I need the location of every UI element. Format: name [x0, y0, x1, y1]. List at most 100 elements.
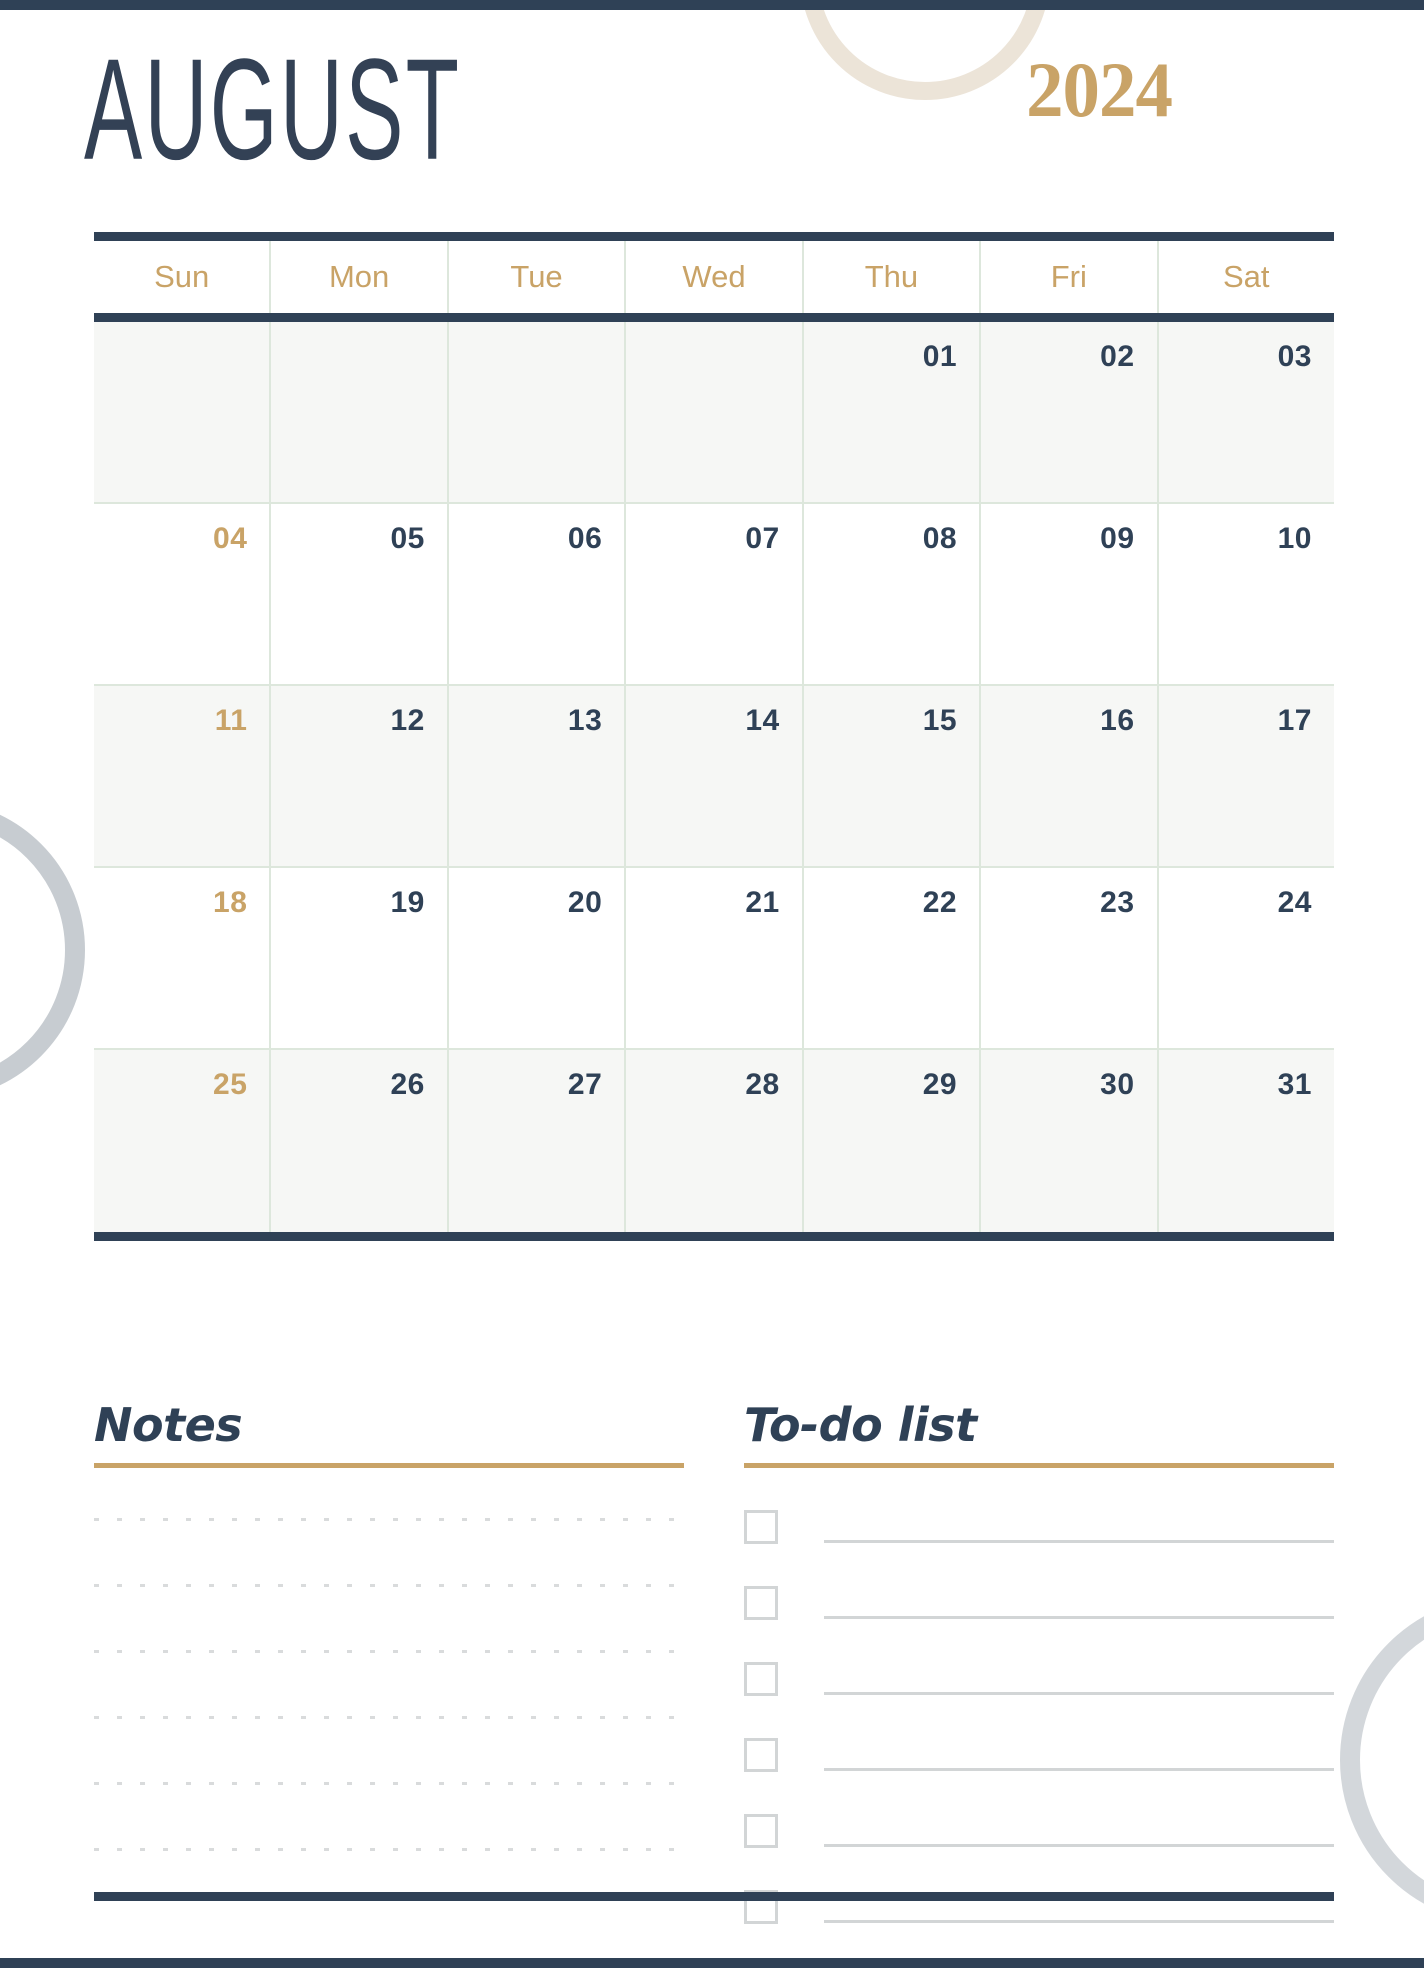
calendar-day-cell[interactable]: 10: [1159, 504, 1334, 684]
day-number: 31: [1277, 1068, 1312, 1101]
weekday-wed: Wed: [626, 241, 804, 313]
notes-dotted-line[interactable]: [94, 1517, 684, 1521]
day-number: 19: [390, 886, 425, 919]
todo-checkbox[interactable]: [744, 1509, 778, 1544]
todo-write-line[interactable]: [824, 1539, 1334, 1543]
todo-write-line[interactable]: [824, 1615, 1334, 1619]
calendar-day-cell[interactable]: 22: [804, 868, 982, 1048]
calendar-day-cell-empty: [626, 322, 804, 502]
day-number: 02: [1100, 340, 1135, 373]
calendar-day-cell[interactable]: 16: [981, 686, 1159, 866]
calendar-day-cell[interactable]: 04: [94, 504, 272, 684]
calendar-header-divider: [94, 313, 1334, 322]
calendar-day-cell[interactable]: 07: [626, 504, 804, 684]
day-number: 08: [922, 522, 958, 555]
todo-checkbox[interactable]: [744, 1813, 778, 1848]
calendar-day-cell[interactable]: 28: [626, 1050, 804, 1232]
day-number: 12: [390, 704, 425, 737]
calendar-day-cell[interactable]: 01: [804, 322, 982, 502]
notes-writing-area[interactable]: [94, 1517, 684, 1851]
todo-checkbox[interactable]: [744, 1661, 778, 1696]
page-bottom-rule: [94, 1892, 1334, 1901]
calendar-bottom-rule: [94, 1232, 1334, 1241]
calendar-page: AUGUST 2024 Sun Mon Tue Wed Thu Fri Sat …: [0, 0, 1424, 1968]
todo-checkbox[interactable]: [744, 1737, 778, 1772]
calendar-day-cell[interactable]: 13: [449, 686, 627, 866]
calendar-week-row: 18 19 20 21 22 23 24: [94, 868, 1334, 1050]
notes-dotted-line[interactable]: [94, 1781, 684, 1785]
day-number: 27: [567, 1068, 603, 1101]
calendar-day-cell[interactable]: 19: [271, 868, 449, 1048]
calendar-day-cell-empty: [271, 322, 449, 502]
weekday-sat: Sat: [1222, 259, 1270, 294]
calendar-day-cell[interactable]: 21: [626, 868, 804, 1048]
day-number: 01: [922, 340, 958, 373]
calendar-week-row: 25 26 27 28 29 30 31: [94, 1050, 1334, 1232]
weekday-sun: Sun: [94, 241, 272, 313]
day-number: 23: [1100, 886, 1135, 919]
calendar-day-cell[interactable]: 20: [449, 868, 627, 1048]
calendar-day-cell[interactable]: 25: [94, 1050, 272, 1232]
calendar-day-cell[interactable]: 27: [449, 1050, 627, 1232]
todo-checkbox[interactable]: [744, 1585, 778, 1620]
day-number: 22: [922, 886, 958, 919]
weekday-fri: Fri: [981, 241, 1159, 313]
day-number: 09: [1100, 522, 1135, 555]
weekday-thu: Thu: [804, 241, 982, 313]
calendar-day-cell[interactable]: 24: [1159, 868, 1334, 1048]
calendar-day-cell-empty: [94, 322, 272, 502]
notes-dotted-line[interactable]: [94, 1847, 684, 1851]
day-number: 11: [214, 704, 248, 737]
calendar-day-cell[interactable]: 31: [1159, 1050, 1334, 1232]
month-title: AUGUST: [84, 29, 462, 191]
day-number: 30: [1100, 1068, 1135, 1101]
day-number: 24: [1277, 886, 1312, 919]
calendar-day-cell[interactable]: 11: [94, 686, 272, 866]
day-number: 15: [922, 704, 958, 737]
calendar-grid: Sun Mon Tue Wed Thu Fri Sat 01 02 03 04 05 06…: [94, 232, 1334, 1241]
day-number: 26: [390, 1068, 425, 1101]
calendar-day-cell[interactable]: 18: [94, 868, 272, 1048]
calendar-day-cell-empty: [449, 322, 627, 502]
day-number: 17: [1277, 704, 1312, 737]
calendar-day-cell[interactable]: 05: [271, 504, 449, 684]
todo-write-line[interactable]: [824, 1691, 1334, 1695]
todo-item-row: [744, 1504, 1334, 1548]
notes-title: Notes: [94, 1398, 243, 1452]
year-title: 2024: [1026, 46, 1173, 133]
calendar-weeks: 01 02 03 04 05 06 07 08 09 10 11 12 13 14 15 16 17 18 19 20…: [94, 322, 1334, 1232]
weekday-header-row: Sun Mon Tue Wed Thu Fri Sat: [94, 241, 1334, 313]
notes-dotted-line[interactable]: [94, 1583, 684, 1587]
day-number: 10: [1277, 522, 1312, 555]
calendar-day-cell[interactable]: 14: [626, 686, 804, 866]
todo-item-row: [744, 1884, 1334, 1928]
todo-write-line[interactable]: [824, 1843, 1334, 1847]
day-number: 18: [213, 886, 248, 919]
calendar-day-cell[interactable]: 23: [981, 868, 1159, 1048]
calendar-day-cell[interactable]: 17: [1159, 686, 1334, 866]
calendar-day-cell[interactable]: 06: [449, 504, 627, 684]
todo-write-line[interactable]: [824, 1919, 1334, 1923]
calendar-day-cell[interactable]: 30: [981, 1050, 1159, 1232]
calendar-day-cell[interactable]: 03: [1159, 322, 1334, 502]
weekday-tue: Tue: [449, 241, 627, 313]
calendar-day-cell[interactable]: 15: [804, 686, 982, 866]
calendar-day-cell[interactable]: 12: [271, 686, 449, 866]
calendar-day-cell[interactable]: 29: [804, 1050, 982, 1232]
day-number: 16: [1100, 704, 1135, 737]
calendar-day-cell[interactable]: 02: [981, 322, 1159, 502]
day-number: 25: [213, 1068, 248, 1101]
calendar-day-cell[interactable]: 26: [271, 1050, 449, 1232]
todo-item-row: [744, 1732, 1334, 1776]
calendar-week-row: 01 02 03: [94, 322, 1334, 504]
calendar-day-cell[interactable]: 08: [804, 504, 982, 684]
calendar-week-row: 04 05 06 07 08 09 10: [94, 504, 1334, 686]
notes-underline: [94, 1462, 684, 1468]
day-number: 04: [213, 522, 248, 555]
calendar-day-cell[interactable]: 09: [981, 504, 1159, 684]
notes-dotted-line[interactable]: [94, 1715, 684, 1719]
decorative-circle-left-icon: [0, 800, 85, 1100]
notes-dotted-line[interactable]: [94, 1649, 684, 1653]
todo-write-line[interactable]: [824, 1767, 1334, 1771]
day-number: 07: [745, 522, 780, 555]
